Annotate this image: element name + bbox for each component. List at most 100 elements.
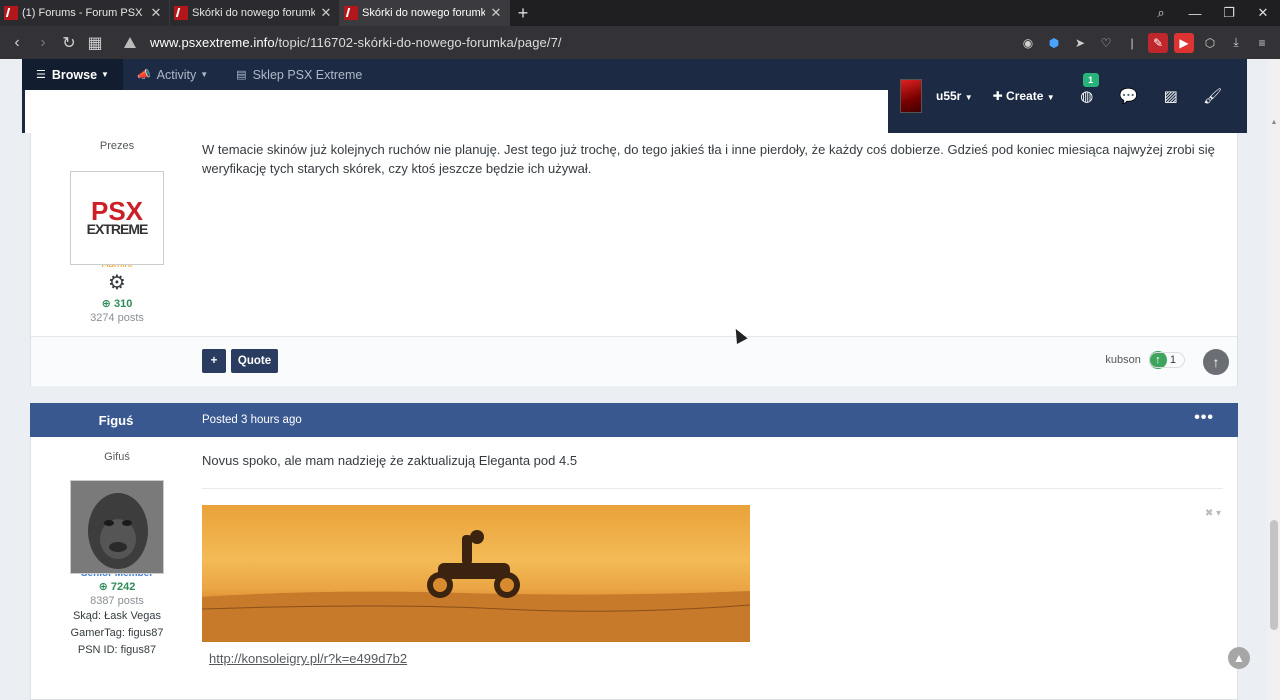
extension-red-icon[interactable]: ✎	[1148, 32, 1168, 53]
post-footer: + Quote kubson ↑ 1 ↑	[31, 336, 1237, 386]
psx-favicon-icon	[344, 6, 358, 20]
browser-tab-1[interactable]: (1) Forums - Forum PSX Extreme ✕	[0, 0, 170, 26]
floating-scroll-up-icon[interactable]: ▲	[1228, 647, 1250, 669]
chevron-down-icon: ▼	[101, 70, 109, 79]
grid-icon[interactable]: ▦	[82, 30, 108, 56]
plus-circle-icon: ⊕	[98, 581, 108, 593]
close-tab-icon[interactable]: ✕	[489, 5, 503, 21]
signature-link[interactable]: http://konsoleigry.pl/r?k=e499d7b2	[209, 651, 407, 666]
multiquote-button[interactable]: +	[202, 349, 226, 373]
browser-toolbar: ◉ ⬢ ➤ ♡ | ✎ ▶ ⬡ ⤓ ≡	[1018, 26, 1272, 59]
chevron-down-icon: ▼	[200, 70, 209, 79]
plus-circle-icon: ⊕	[101, 298, 111, 310]
author-location: Skąd: Łask Vegas	[72, 610, 162, 622]
search-icon[interactable]: ⌕	[1144, 0, 1178, 26]
author-photo[interactable]: PSX EXTREME	[70, 171, 164, 265]
author-psn: PSN ID: figus87	[77, 644, 157, 656]
post-kubson-reply: Prezes PSX EXTREME Admini ⚙ ⊕ 310 3274 p…	[30, 133, 1238, 386]
reload-icon[interactable]: ↻	[56, 30, 82, 56]
avatar[interactable]	[900, 79, 922, 113]
browser-tab-2[interactable]: Skórki do nowego forumka - Strona 7 ✕	[170, 0, 340, 26]
forward-icon[interactable]: ›	[30, 30, 56, 56]
reaction-count[interactable]: 1	[1148, 352, 1185, 368]
post-date[interactable]: Posted 3 hours ago	[202, 414, 302, 426]
author-rank: Gifuś	[104, 451, 130, 463]
author-photo[interactable]	[70, 480, 164, 574]
scrollbar-thumb[interactable]	[1270, 520, 1278, 630]
reactions: kubson ↑ 1	[1105, 351, 1185, 369]
nav-shop[interactable]: ▤ Sklep PSX Extreme	[222, 59, 376, 90]
signature-divider	[202, 488, 1223, 489]
ape-avatar	[71, 481, 163, 573]
post-count: 3274 posts	[90, 312, 144, 324]
quote-button[interactable]: Quote	[231, 349, 278, 373]
tab-title: (1) Forums - Forum PSX Extreme	[22, 7, 145, 19]
minimize-icon[interactable]: —	[1178, 0, 1212, 26]
reaction-user[interactable]: kubson	[1105, 354, 1140, 366]
extension-youtube-icon[interactable]: ▶	[1174, 32, 1194, 53]
not-secure-icon[interactable]	[124, 37, 136, 48]
more-options-icon[interactable]: •••	[1194, 409, 1214, 427]
create-button[interactable]: ✚ Create ▼	[993, 89, 1055, 103]
notification-badge: 1	[1082, 73, 1099, 87]
reputation: ⊕ 7242	[98, 581, 136, 593]
ignore-signature-icon[interactable]: ✖ ▾	[1205, 508, 1221, 519]
nav-activity[interactable]: 📣 Activity ▼	[123, 59, 222, 90]
svg-text:EXTREME: EXTREME	[87, 221, 148, 237]
header-edge	[22, 90, 25, 133]
browser-tab-3[interactable]: Skórki do nowego forumka - Strona 7 ✕	[340, 0, 510, 26]
reputation: ⊕ 310	[101, 298, 133, 310]
post-header: Figuś Posted 3 hours ago •••	[30, 403, 1238, 437]
group-badge-icon: ⚙	[108, 272, 126, 294]
scroll-up-arrow-icon[interactable]: ▲	[1270, 119, 1278, 129]
menu-icon[interactable]: ≡	[1252, 33, 1272, 53]
user-bar: u55r ▼ ✚ Create ▼ ◍ 1 💬 ▨ 🖌	[888, 59, 1247, 133]
header-white-area	[22, 90, 888, 133]
chevron-down-icon: ▼	[964, 93, 973, 102]
cube-icon[interactable]: ⬡	[1200, 33, 1220, 53]
menu-icon: ☰	[36, 69, 46, 81]
address-bar: ‹ › ↻ ▦ www.psxextreme.info/topic/116702…	[0, 26, 1280, 59]
psx-favicon-icon	[174, 6, 188, 20]
shield-icon[interactable]: ⬢	[1044, 33, 1064, 53]
messages-icon[interactable]: 💬	[1119, 87, 1139, 105]
heart-icon[interactable]: ♡	[1096, 33, 1116, 53]
post-content: W temacie skinów już kolejnych ruchów ni…	[202, 142, 1215, 176]
post-author-panel: Gifuś Senior Member ⊕ 7242 8387 posts Sk…	[31, 451, 203, 658]
megaphone-icon: 📣	[136, 69, 151, 81]
post-content: Novus spoko, ale mam nadzieję że zaktual…	[202, 453, 578, 468]
plus-icon: +	[517, 2, 529, 23]
scroll-top-icon[interactable]: ↑	[1203, 349, 1229, 375]
author-name[interactable]: Figuś	[30, 413, 202, 428]
brush-icon[interactable]: 🖌	[1203, 87, 1223, 105]
tab-title: Skórki do nowego forumka - Strona 7	[192, 7, 315, 19]
new-tab-button[interactable]: +	[510, 0, 536, 26]
chevron-down-icon: ▼	[1046, 93, 1055, 102]
image-icon[interactable]: ▨	[1161, 87, 1181, 105]
send-icon[interactable]: ➤	[1070, 33, 1090, 53]
nav-browse[interactable]: ☰ Browse ▼	[22, 59, 123, 90]
download-icon[interactable]: ⤓	[1226, 33, 1246, 53]
author-rank: Prezes	[99, 140, 135, 152]
restore-icon[interactable]: ❐	[1212, 0, 1246, 26]
close-tab-icon[interactable]: ✕	[319, 5, 333, 21]
back-icon[interactable]: ‹	[4, 30, 30, 56]
psx-extreme-logo: PSX EXTREME	[77, 196, 157, 240]
psx-favicon-icon	[4, 6, 18, 20]
signature-banner-image	[202, 505, 750, 642]
post-figus: Gifuś Senior Member ⊕ 7242 8387 posts Sk…	[30, 437, 1238, 700]
separator-icon: |	[1130, 35, 1134, 50]
window-controls: ⌕ — ❐ ✕	[1144, 0, 1280, 26]
globe-icon[interactable]: ◍ 1	[1077, 73, 1099, 105]
post-author-panel: Prezes PSX EXTREME Admini ⚙ ⊕ 310 3274 p…	[31, 140, 203, 324]
username-menu[interactable]: u55r ▼	[936, 89, 973, 103]
author-gamertag: GamerTag: figus87	[70, 627, 164, 639]
close-tab-icon[interactable]: ✕	[149, 5, 163, 21]
url-field[interactable]: www.psxextreme.info/topic/116702-skórki-…	[150, 35, 562, 50]
browser-tab-bar: (1) Forums - Forum PSX Extreme ✕ Skórki …	[0, 0, 1280, 26]
post-count: 8387 posts	[90, 595, 144, 607]
camera-icon[interactable]: ◉	[1018, 33, 1038, 53]
close-window-icon[interactable]: ✕	[1246, 0, 1280, 26]
tab-title: Skórki do nowego forumka - Strona 7	[362, 7, 485, 19]
document-icon: ▤	[236, 69, 247, 81]
